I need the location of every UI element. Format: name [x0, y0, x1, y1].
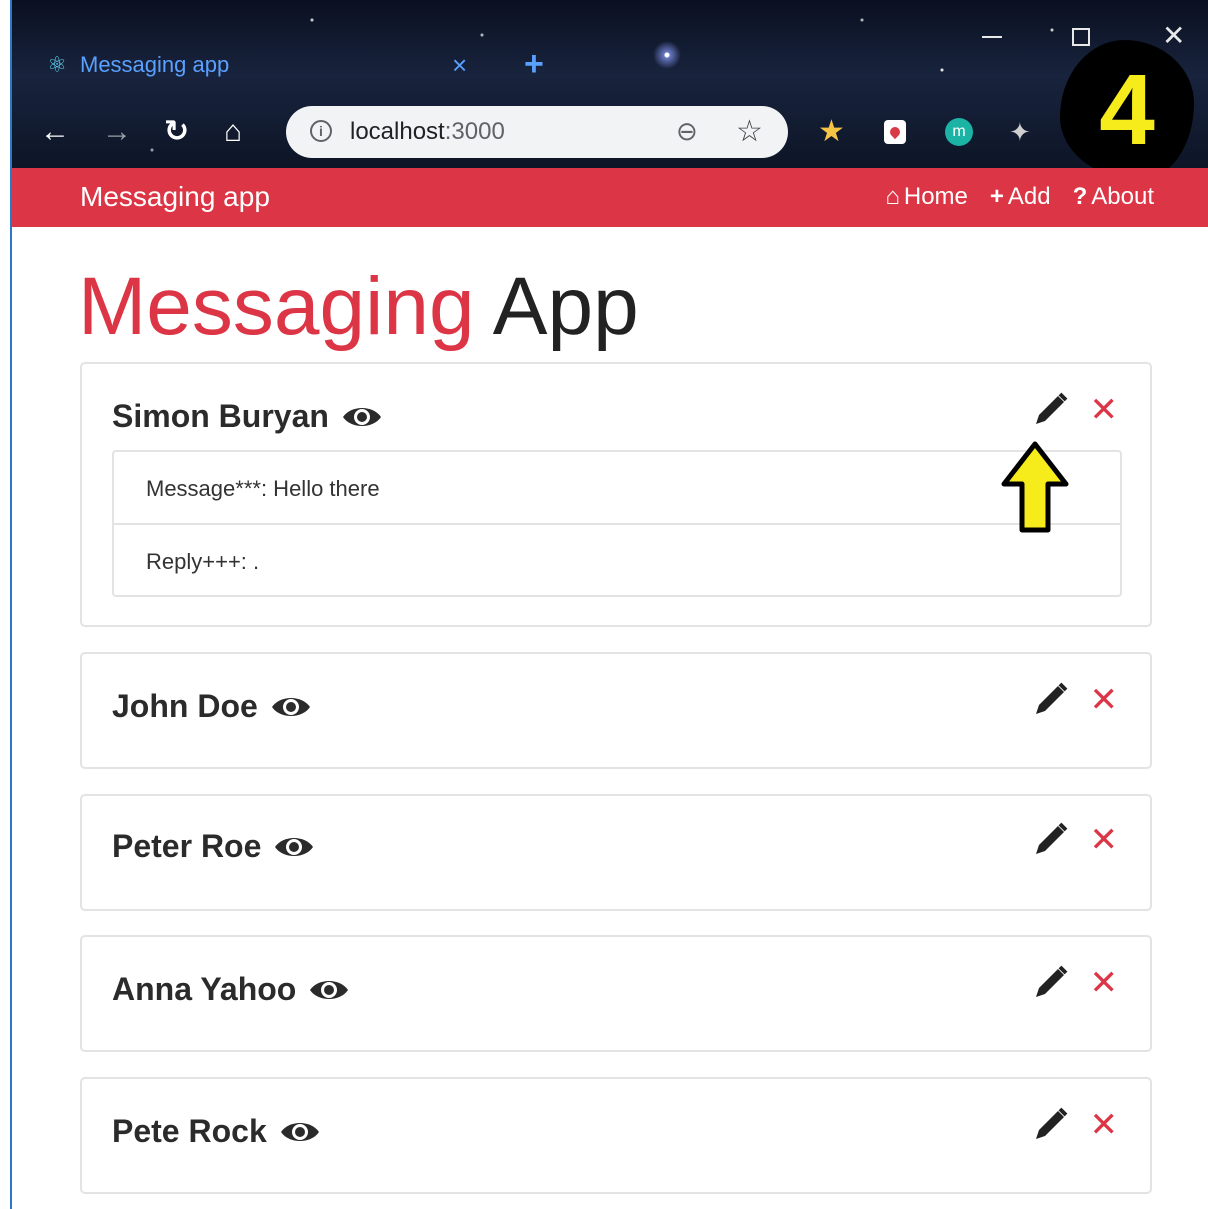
home-browser-icon[interactable]: ⌂: [224, 112, 242, 152]
message-text: Message***: Hello there: [146, 476, 380, 501]
contact-card: Simon Buryan ✕ Message***: Hello there R…: [80, 362, 1152, 627]
delete-icon[interactable]: ✕: [1090, 1105, 1119, 1145]
nav-about[interactable]: ? About: [1073, 183, 1154, 211]
nav-home[interactable]: ⌂ Home: [885, 183, 968, 211]
divider: [114, 523, 1120, 525]
extension-puzzle-icon[interactable]: ✦: [1009, 118, 1037, 146]
tab-title: Messaging app: [80, 52, 230, 77]
new-tab-button[interactable]: +: [524, 46, 544, 82]
delete-icon[interactable]: ✕: [1090, 820, 1119, 860]
delete-icon[interactable]: ✕: [1090, 390, 1119, 430]
info-icon[interactable]: i: [310, 120, 332, 142]
extension-m-icon[interactable]: m: [945, 118, 973, 146]
navbar-brand[interactable]: Messaging app: [80, 181, 270, 213]
step-number-badge: 4: [1060, 40, 1194, 180]
contact-name[interactable]: John Doe: [112, 688, 312, 725]
pencil-icon[interactable]: [1030, 680, 1070, 720]
tab-close-icon[interactable]: ×: [452, 50, 467, 80]
nav-add[interactable]: + Add: [990, 183, 1051, 211]
maximize-icon[interactable]: [1072, 28, 1090, 46]
contact-name[interactable]: Simon Buryan: [112, 398, 383, 435]
contact-name[interactable]: Pete Rock: [112, 1113, 321, 1150]
delete-icon[interactable]: ✕: [1090, 963, 1119, 1003]
home-icon: ⌂: [885, 183, 900, 210]
contact-card: Pete Rock ✕: [80, 1077, 1152, 1194]
pencil-icon[interactable]: [1030, 963, 1070, 1003]
contact-card: Peter Roe ✕: [80, 794, 1152, 911]
zoom-icon[interactable]: ⊖: [676, 116, 698, 147]
eye-icon[interactable]: [341, 403, 383, 431]
eye-icon[interactable]: [273, 833, 315, 861]
window-close-icon[interactable]: ✕: [1162, 20, 1185, 52]
window-left-border: [0, 0, 12, 1209]
address-bar[interactable]: i localhost:3000 ⊖ ☆: [286, 106, 788, 158]
pencil-icon[interactable]: [1030, 820, 1070, 860]
bookmark-star-icon[interactable]: ☆: [736, 114, 763, 149]
callout-arrow-icon: [1001, 441, 1069, 533]
app-navbar: Messaging app ⌂ Home + Add ? About: [12, 168, 1208, 227]
extension-pocket-icon[interactable]: [884, 120, 906, 144]
reload-icon[interactable]: ↻: [164, 112, 189, 152]
nav-links: ⌂ Home + Add ? About: [885, 183, 1154, 211]
eye-icon[interactable]: [308, 976, 350, 1004]
question-icon: ?: [1072, 183, 1088, 210]
forward-icon[interactable]: →: [102, 112, 132, 152]
message-list: Message***: Hello there Reply+++: .: [112, 450, 1122, 597]
url-text[interactable]: localhost:3000: [350, 118, 505, 146]
plus-icon: +: [989, 183, 1004, 210]
browser-chrome: ⚛ Messaging app × + ✕ ← → ↻ ⌂ i localhos…: [12, 0, 1208, 168]
extension-star-icon[interactable]: ★: [818, 117, 846, 147]
contact-name[interactable]: Anna Yahoo: [112, 971, 350, 1008]
contact-card: Anna Yahoo ✕: [80, 935, 1152, 1052]
eye-icon[interactable]: [279, 1118, 321, 1146]
pencil-icon[interactable]: [1030, 1105, 1070, 1145]
page-title: Messaging App: [78, 261, 639, 352]
delete-icon[interactable]: ✕: [1090, 680, 1119, 720]
reply-text: Reply+++: .: [146, 549, 260, 574]
react-icon: ⚛: [47, 52, 67, 77]
contact-card: John Doe ✕: [80, 652, 1152, 769]
contact-name[interactable]: Peter Roe: [112, 828, 315, 865]
eye-icon[interactable]: [270, 693, 312, 721]
minimize-icon[interactable]: [982, 36, 1002, 38]
back-icon[interactable]: ←: [40, 112, 70, 152]
browser-tab[interactable]: ⚛ Messaging app: [44, 44, 229, 86]
pencil-icon[interactable]: [1030, 390, 1070, 430]
